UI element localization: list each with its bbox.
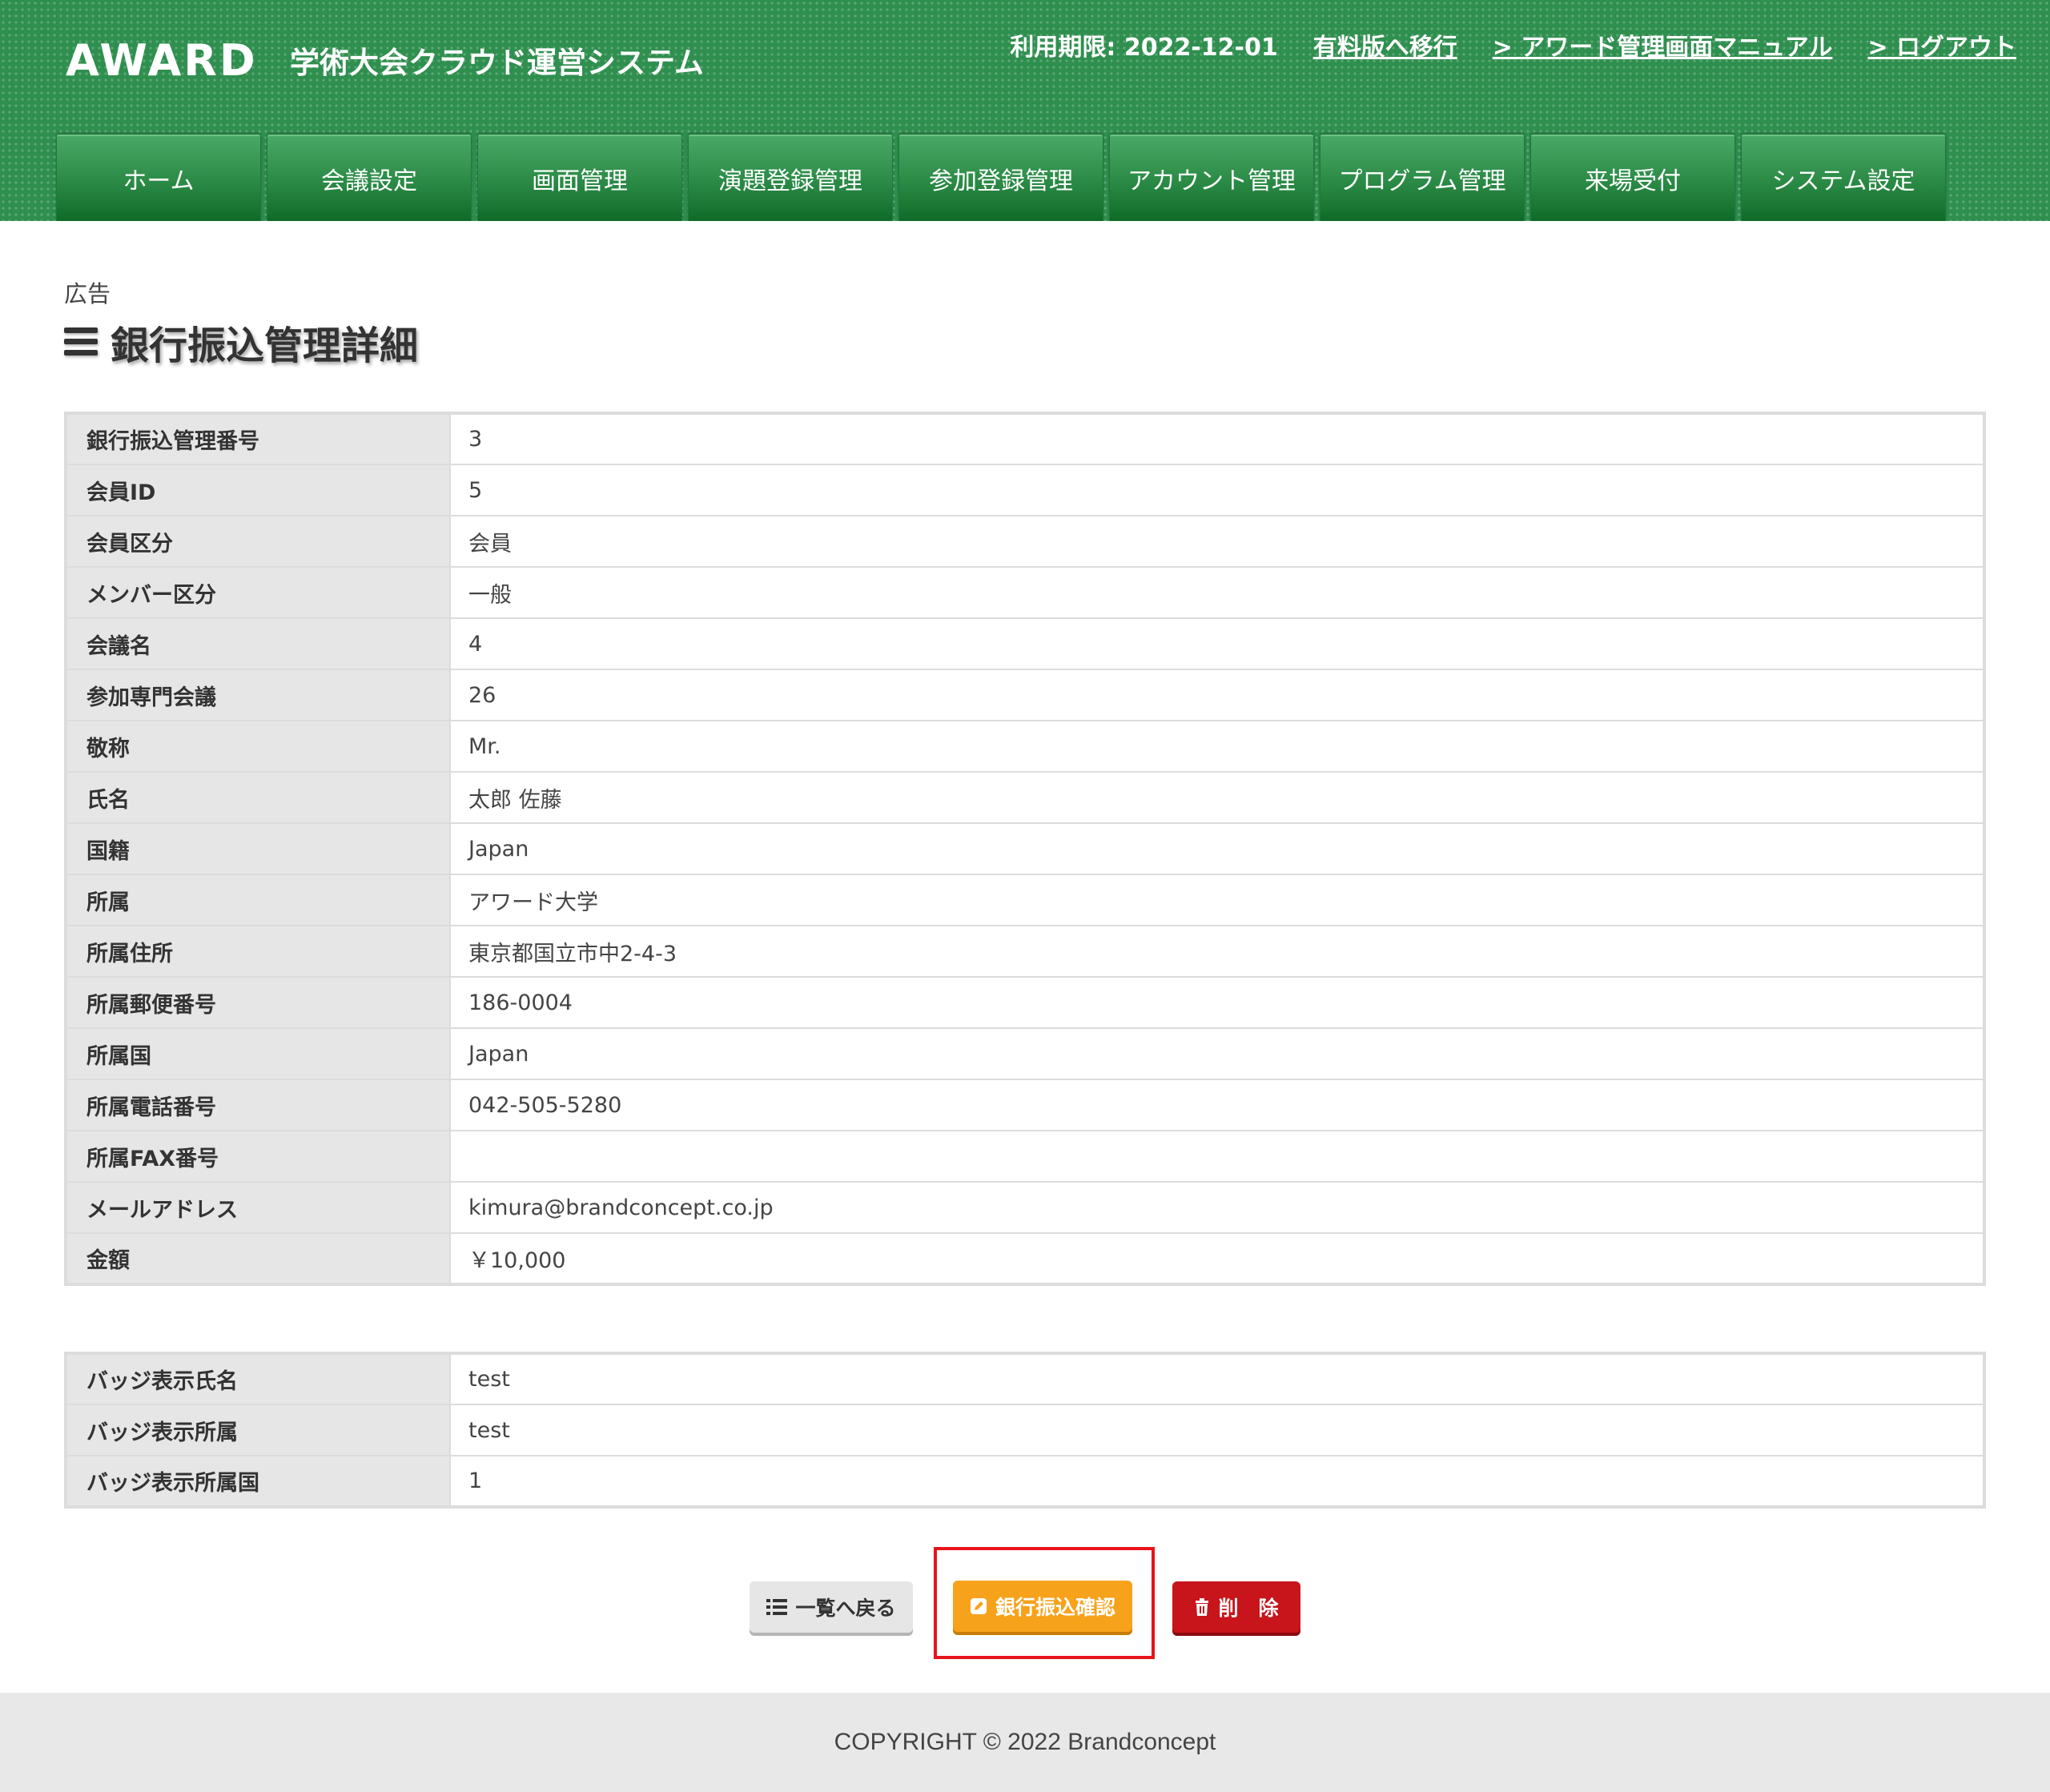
nav-tab-conference-settings[interactable]: 会議設定 [267, 135, 472, 221]
back-button-label: 一覧へ戻る [795, 1597, 896, 1620]
logout-link[interactable]: > ログアウト [1867, 27, 2016, 62]
row-label: メールアドレス [66, 1182, 451, 1234]
row-value: Japan [450, 823, 1984, 875]
nav-tab-account-management[interactable]: アカウント管理 [1109, 135, 1314, 221]
row-label: バッジ表示氏名 [66, 1353, 451, 1405]
row-label: 銀行振込管理番号 [66, 413, 451, 465]
row-value: 042-505-5280 [450, 1079, 1984, 1131]
row-label: 会議名 [66, 618, 451, 670]
nav-tab-home[interactable]: ホーム [56, 135, 261, 221]
table-row: メールアドレス kimura@brandconcept.co.jp [66, 1182, 1984, 1234]
copyright: COPYRIGHT © 2022 Brandconcept [834, 1729, 1216, 1755]
row-value [450, 1131, 1984, 1183]
row-label: バッジ表示所属国 [66, 1456, 451, 1507]
manual-link[interactable]: > アワード管理画面マニュアル [1493, 27, 1833, 62]
delete-button[interactable]: 削 除 [1172, 1581, 1300, 1633]
row-label: メンバー区分 [66, 567, 451, 619]
page-title-wrap: 銀行振込管理詳細 [64, 314, 418, 370]
table-row: 会議名 4 [66, 618, 1984, 670]
row-value: 会員 [450, 516, 1984, 568]
main-nav: ホーム 会議設定 画面管理 演題登録管理 参加登録管理 アカウント管理 プログラ… [56, 135, 1946, 221]
row-label: 会員区分 [66, 516, 451, 568]
footer: COPYRIGHT © 2022 Brandconcept [0, 1693, 2050, 1792]
nav-tab-reception[interactable]: 来場受付 [1530, 135, 1735, 221]
table-row: メンバー区分 一般 [66, 567, 1984, 619]
row-value: ￥10,000 [468, 1248, 566, 1273]
table-row: 所属国 Japan [66, 1028, 1984, 1080]
row-value: 一般 [450, 567, 1984, 619]
breadcrumb: 広告 [64, 280, 111, 307]
detail-table: 銀行振込管理番号 3 会員ID 5 会員区分 会員 メンバー区分 一般 会議名 4 参加専… [64, 412, 1986, 1286]
row-value: 東京都国立市中2-4-3 [450, 926, 1984, 978]
row-label: バッジ表示所属 [66, 1404, 451, 1457]
confirm-button-label: 銀行振込確認 [995, 1596, 1115, 1619]
top-links: 利用期限: 2022-12-01 有料版へ移行 > アワード管理画面マニュアル … [1010, 26, 2016, 64]
table-row: 参加専門会議 26 [66, 669, 1984, 721]
row-value: アワード大学 [450, 874, 1984, 926]
nav-tab-abstract-management[interactable]: 演題登録管理 [688, 135, 893, 221]
list-icon [766, 1599, 788, 1615]
nav-tab-system-settings[interactable]: システム設定 [1741, 135, 1946, 221]
row-label: 所属住所 [66, 926, 451, 978]
edit-icon [970, 1598, 987, 1614]
table-row: 所属FAX番号 [66, 1131, 1984, 1183]
row-label: 所属国 [66, 1028, 451, 1080]
row-label: 所属電話番号 [66, 1079, 451, 1131]
row-label: 会員ID [66, 464, 451, 516]
row-label: 敬称 [66, 721, 451, 773]
row-label: 氏名 [66, 772, 451, 824]
table-row: 所属住所 東京都国立市中2-4-3 [66, 926, 1984, 978]
row-label: 所属 [66, 874, 451, 926]
page-title: 銀行振込管理詳細 [111, 323, 419, 368]
row-label: 所属FAX番号 [66, 1131, 451, 1183]
row-label: 国籍 [66, 823, 451, 875]
table-row: 国籍 Japan [66, 823, 1984, 875]
trash-icon [1196, 1598, 1209, 1616]
table-row: 金額 ￥10,000 [66, 1233, 1984, 1284]
row-label: 所属郵便番号 [66, 977, 451, 1029]
back-to-list-button[interactable]: 一覧へ戻る [750, 1581, 913, 1633]
table-row: 所属電話番号 042-505-5280 [66, 1079, 1984, 1131]
delete-button-label: 削 除 [1218, 1597, 1279, 1620]
row-value: 4 [450, 618, 1984, 670]
table-row: 銀行振込管理番号 3 [66, 413, 1984, 465]
row-value: 太郎 佐藤 [450, 772, 1984, 824]
row-value: 3 [450, 413, 1984, 465]
table-row: 会員区分 会員 [66, 516, 1984, 568]
row-value: Japan [450, 1028, 1984, 1080]
row-value: kimura@brandconcept.co.jp [450, 1182, 1984, 1234]
table-row: 氏名 太郎 佐藤 [66, 772, 1984, 824]
row-label: 金額 [66, 1233, 451, 1284]
row-value: test [450, 1404, 1984, 1457]
table-row: バッジ表示所属 test [66, 1404, 1984, 1457]
nav-tab-program-management[interactable]: プログラム管理 [1320, 135, 1525, 221]
row-value: 1 [468, 1469, 483, 1493]
system-name: 学術大会クラウド運営システム [290, 46, 704, 80]
row-value: 26 [450, 669, 1984, 721]
nav-tab-screen-management[interactable]: 画面管理 [477, 135, 682, 221]
table-row: 所属郵便番号 186-0004 [66, 977, 1984, 1029]
row-label: 参加専門会議 [66, 669, 451, 721]
row-value: 5 [450, 464, 1984, 516]
row-value: Mr. [450, 721, 1984, 773]
row-value: test [450, 1353, 1984, 1405]
table-row: 敬称 Mr. [66, 721, 1984, 773]
badge-table: バッジ表示氏名 test バッジ表示所属 test バッジ表示所属国 1 [64, 1352, 1986, 1509]
expiry-date: 利用期限: 2022-12-01 [1010, 34, 1278, 62]
table-row: バッジ表示氏名 test [66, 1353, 1984, 1405]
menu-icon [64, 327, 98, 356]
bank-transfer-confirm-button[interactable]: 銀行振込確認 [953, 1581, 1132, 1632]
table-row: バッジ表示所属国 1 [66, 1456, 1984, 1507]
upgrade-link[interactable]: 有料版へ移行 [1313, 27, 1457, 62]
header: AWARD 学術大会クラウド運営システム 利用期限: 2022-12-01 有料… [0, 0, 2050, 221]
award-logo[interactable]: AWARD [66, 37, 258, 85]
table-row: 所属 アワード大学 [66, 874, 1984, 926]
row-value: 186-0004 [450, 977, 1984, 1029]
nav-tab-registration-management[interactable]: 参加登録管理 [898, 135, 1103, 221]
table-row: 会員ID 5 [66, 464, 1984, 516]
